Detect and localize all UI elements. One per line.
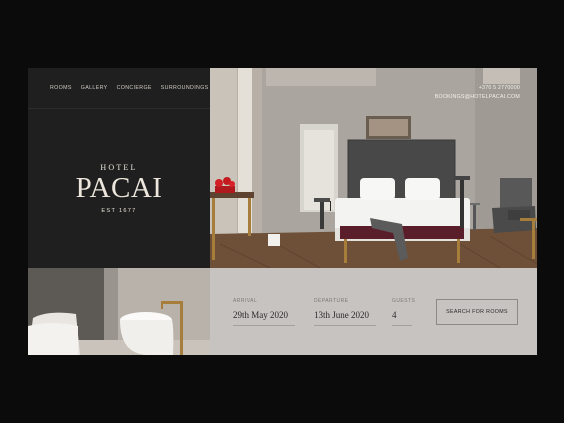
- arrival-label: ARRIVAL: [233, 298, 258, 304]
- departure-label: DEPARTURE: [314, 298, 349, 304]
- arrival-value[interactable]: 29th May 2020: [233, 310, 295, 326]
- nav-divider: [28, 108, 210, 109]
- search-rooms-button[interactable]: SEARCH FOR ROOMS: [436, 299, 518, 325]
- nav-item-concierge[interactable]: CONCIERGE: [117, 85, 152, 91]
- logo-wordmark[interactable]: PACAI: [28, 171, 210, 205]
- nav-item-gallery[interactable]: GALLERY: [81, 85, 108, 91]
- hero-frame: ROOMS GALLERY CONCIERGE SURROUNDINGS HOT…: [28, 68, 537, 355]
- contact-info: +370 5 2770000 BOOKINGS@HOTELPACAI.COM: [435, 84, 520, 102]
- main-nav: ROOMS GALLERY CONCIERGE SURROUNDINGS: [50, 85, 209, 91]
- bath-image: [28, 268, 210, 355]
- brand-panel: ROOMS GALLERY CONCIERGE SURROUNDINGS HOT…: [28, 68, 210, 268]
- departure-value[interactable]: 13th June 2020: [314, 310, 376, 326]
- email-link[interactable]: BOOKINGS@HOTELPACAI.COM: [435, 93, 520, 102]
- guests-value[interactable]: 4: [392, 310, 412, 326]
- nav-item-surroundings[interactable]: SURROUNDINGS: [161, 85, 209, 91]
- booking-bar: ARRIVAL 29th May 2020 DEPARTURE 13th Jun…: [210, 268, 537, 355]
- logo-established: EST 1677: [101, 208, 137, 214]
- guests-field[interactable]: GUESTS 4: [392, 298, 415, 326]
- phone-link[interactable]: +370 5 2770000: [435, 84, 520, 93]
- bathtub-photo: [28, 268, 210, 355]
- arrival-field[interactable]: ARRIVAL 29th May 2020: [233, 298, 295, 326]
- departure-field[interactable]: DEPARTURE 13th June 2020: [314, 298, 376, 326]
- guests-label: GUESTS: [392, 298, 416, 304]
- nav-item-rooms[interactable]: ROOMS: [50, 85, 72, 91]
- hero-room-image: +370 5 2770000 BOOKINGS@HOTELPACAI.COM: [210, 68, 537, 268]
